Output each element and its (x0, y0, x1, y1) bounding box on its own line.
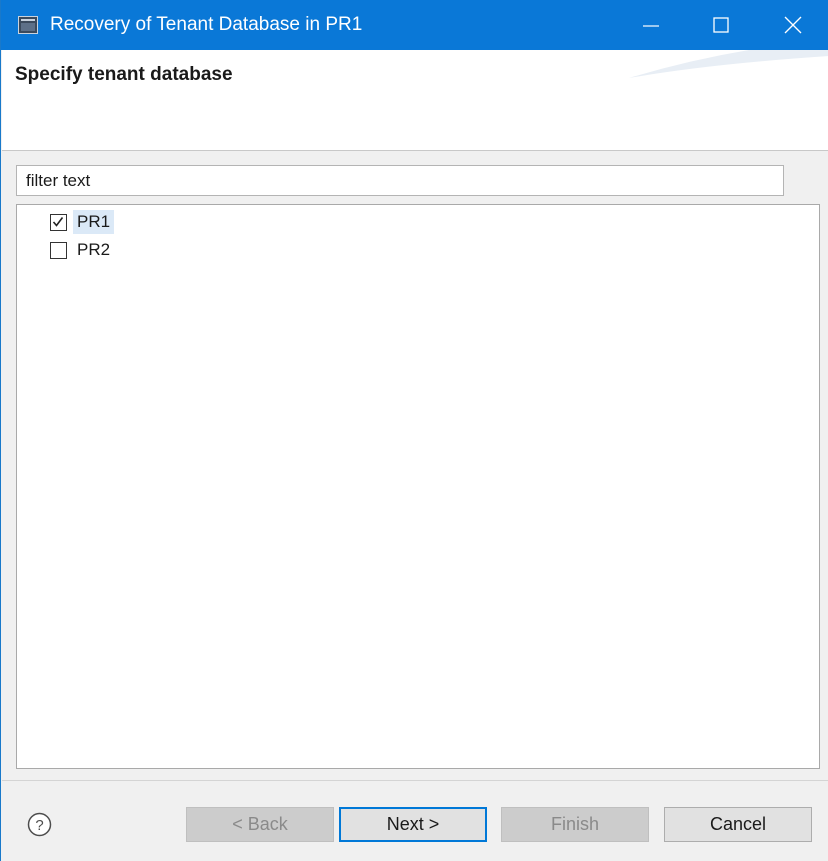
close-icon (784, 16, 802, 34)
footer-divider (2, 780, 828, 781)
header-banner-graphic (629, 50, 828, 78)
tenant-checkbox-pr1[interactable] (50, 213, 67, 231)
close-button[interactable] (757, 0, 828, 50)
title-bar[interactable]: Recovery of Tenant Database in PR1 (1, 0, 828, 50)
svg-text:?: ? (35, 817, 43, 834)
maximize-icon (713, 17, 729, 33)
wizard-header: Specify tenant database (2, 50, 828, 151)
tenant-label[interactable]: PR1 (73, 210, 115, 234)
next-button[interactable]: Next > (339, 807, 487, 842)
back-button[interactable]: < Back (186, 807, 334, 842)
checkmark-icon (52, 216, 64, 227)
tenant-checkbox-pr2[interactable] (50, 241, 67, 259)
app-window-icon (18, 16, 38, 34)
filter-input[interactable] (16, 165, 784, 196)
maximize-button[interactable] (685, 0, 757, 50)
list-item[interactable]: PR1 (50, 209, 115, 235)
list-item[interactable]: PR2 (50, 237, 114, 263)
tenant-label[interactable]: PR2 (73, 238, 114, 262)
tenant-list: PR1 PR2 (16, 204, 820, 769)
finish-button[interactable]: Finish (501, 807, 649, 842)
minimize-icon (643, 25, 659, 27)
help-icon: ? (27, 812, 52, 837)
minimize-button[interactable] (615, 0, 687, 50)
page-title: Specify tenant database (15, 64, 233, 85)
recovery-dialog: Recovery of Tenant Database in PR1 Speci… (0, 0, 828, 861)
help-button[interactable]: ? (27, 812, 52, 837)
cancel-button[interactable]: Cancel (664, 807, 812, 842)
window-title: Recovery of Tenant Database in PR1 (50, 14, 363, 35)
